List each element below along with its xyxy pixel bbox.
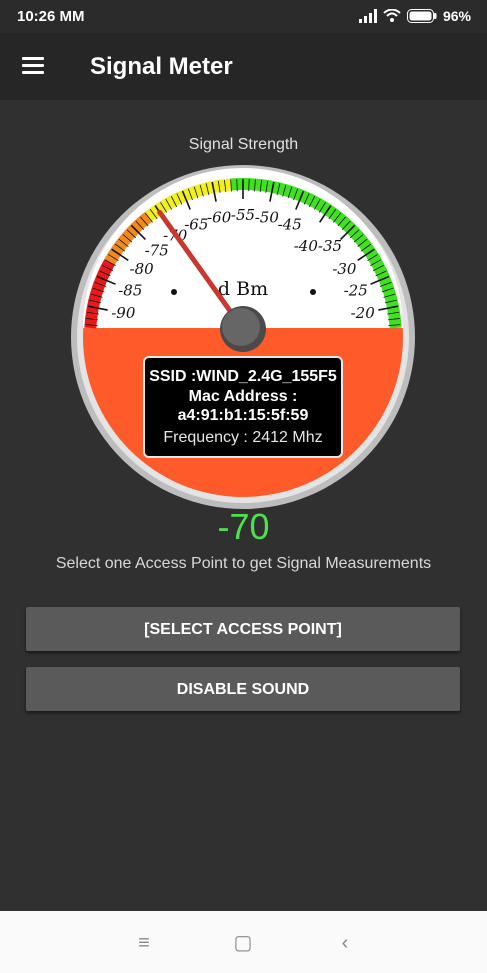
battery-percent: 96% xyxy=(442,8,471,24)
gauge-title: Signal Strength xyxy=(188,136,299,153)
access-point-info: SSID :WIND_2.4G_155F5 Mac Address : a4:9… xyxy=(143,356,343,458)
gauge-scale-label: -45 xyxy=(278,215,302,233)
mac-label: Mac Address : xyxy=(188,388,298,405)
gauge-dot-left xyxy=(171,289,177,295)
gauge-scale-label: -30 xyxy=(332,260,357,278)
hint-text: Select one Access Point to get Signal Me… xyxy=(55,555,432,572)
signal-value: -70 xyxy=(217,506,270,547)
home-icon[interactable]: ▢ xyxy=(231,931,255,955)
status-bar: 10:26 MM 96% xyxy=(0,0,487,33)
signal-gauge: -90-85-80-75-70-65-60-55-50-45-40-35-30-… xyxy=(71,165,415,509)
mac-address: a4:91:b1:15:5f:59 xyxy=(177,407,309,424)
gauge-scale-label: -90 xyxy=(111,304,136,322)
app-bar: Signal Meter xyxy=(0,33,487,100)
frequency-text: Frequency : 2412 Mhz xyxy=(163,429,323,446)
back-icon[interactable]: ‹ xyxy=(333,931,357,955)
navigation-bar: ≡ ▢ ‹ xyxy=(0,911,487,973)
select-access-point-button[interactable]: [SELECT ACCESS POINT] xyxy=(26,607,460,651)
battery-icon xyxy=(406,9,437,23)
gauge-scale-label: -80 xyxy=(130,260,155,278)
signal-icon xyxy=(358,9,377,23)
unit-label: d Bm xyxy=(218,278,268,300)
gauge-scale-label: -50 xyxy=(255,208,280,226)
recent-apps-icon[interactable]: ≡ xyxy=(132,931,156,955)
gauge-scale-label: -40-35 xyxy=(294,237,342,255)
gauge-scale-label: -25 xyxy=(344,281,368,299)
gauge-scale-label: -55 xyxy=(231,206,255,224)
wifi-icon xyxy=(383,9,401,22)
status-time: 10:26 MM xyxy=(17,8,85,25)
gauge-scale-label: -65 xyxy=(184,215,208,233)
gauge-scale-label: -20 xyxy=(351,304,376,322)
gauge-scale-label: -60 xyxy=(207,208,232,226)
disable-sound-button[interactable]: DISABLE SOUND xyxy=(26,667,460,711)
main-content: Signal Strength -90-85-80-75-70-65-60-55… xyxy=(0,100,487,911)
gauge-dot-right xyxy=(310,289,316,295)
app-title: Signal Meter xyxy=(90,53,233,80)
ssid-text: SSID :WIND_2.4G_155F5 xyxy=(149,368,337,385)
status-icons: 96% xyxy=(358,8,471,24)
gauge-scale-label: -85 xyxy=(118,281,142,299)
hamburger-menu-icon[interactable] xyxy=(22,53,48,79)
